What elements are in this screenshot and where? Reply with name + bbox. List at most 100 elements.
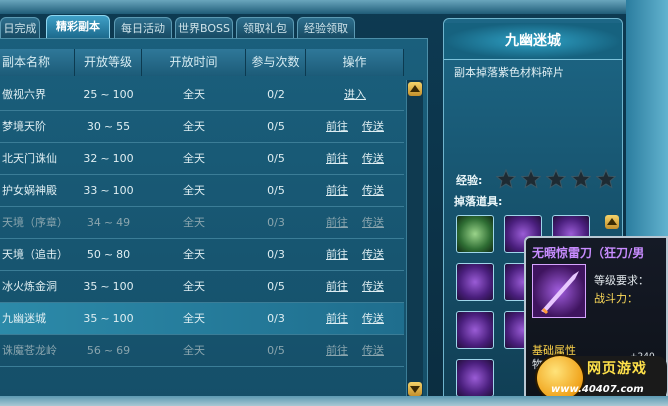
cell-action: 前往 传送 <box>306 207 404 238</box>
teleport-link[interactable]: 传送 <box>362 216 384 229</box>
star-icon <box>546 169 566 189</box>
cell-time: 全天 <box>183 88 205 101</box>
goto-link[interactable]: 前往 <box>326 312 348 325</box>
cell-time: 全天 <box>183 280 205 293</box>
tab-exp-claim[interactable]: 经验领取 <box>297 17 355 38</box>
range-separator: ~ <box>100 184 110 197</box>
range-separator: ~ <box>103 248 114 261</box>
table-row[interactable]: 北天门诛仙 32 ~100 全天 0/5 前往 传送 <box>0 143 404 175</box>
level-min: 50 <box>86 248 101 261</box>
window-top-border <box>0 0 668 14</box>
cell-name: 梦境天阶 <box>2 120 46 133</box>
cell-time: 全天 <box>183 184 205 197</box>
drops-scroll-up-button[interactable] <box>605 215 619 229</box>
level-range: 33 ~100 <box>75 175 142 206</box>
level-min: 32 <box>83 152 98 165</box>
cell-count: 0/5 <box>267 120 285 133</box>
drop-item[interactable] <box>456 359 494 397</box>
header-action: 操作 <box>306 49 404 76</box>
cell-time: 全天 <box>183 152 205 165</box>
range-separator: ~ <box>103 344 114 357</box>
table-row[interactable]: 九幽迷城 35 ~100 全天 0/3 前往 传送 <box>0 303 404 335</box>
goto-link[interactable]: 前往 <box>326 216 348 229</box>
range-separator: ~ <box>100 312 110 325</box>
table-row[interactable]: 梦境天阶 30 ~55 全天 0/5 前往 传送 <box>0 111 404 143</box>
goto-link[interactable]: 前往 <box>326 248 348 261</box>
cell-name: 北天门诛仙 <box>2 152 57 165</box>
range-separator: ~ <box>100 152 110 165</box>
star-icon <box>496 169 516 189</box>
teleport-link[interactable]: 传送 <box>362 312 384 325</box>
cell-name: 九幽迷城 <box>2 312 46 325</box>
teleport-link[interactable]: 传送 <box>362 280 384 293</box>
drop-item[interactable] <box>456 263 494 301</box>
star-icon <box>571 169 591 189</box>
tooltip-item-icon <box>532 264 586 318</box>
teleport-link[interactable]: 传送 <box>362 248 384 261</box>
level-max: 80 <box>116 248 131 261</box>
goto-link[interactable]: 前往 <box>326 184 348 197</box>
teleport-link[interactable]: 传送 <box>362 344 384 357</box>
table-row[interactable]: 冰火炼金洞 35 ~100 全天 0/5 前往 传送 <box>0 271 404 303</box>
cell-time: 全天 <box>183 344 205 357</box>
cell-time: 全天 <box>183 216 205 229</box>
level-min: 30 <box>86 120 101 133</box>
teleport-link[interactable]: 传送 <box>362 152 384 165</box>
level-max: 69 <box>116 344 131 357</box>
header-count: 参与次数 <box>246 49 306 76</box>
dungeon-description: 副本掉落紫色材料碎片 <box>454 66 564 79</box>
cell-time: 全天 <box>183 120 205 133</box>
cell-action: 前往 传送 <box>306 143 404 174</box>
cell-action: 前往 传送 <box>306 271 404 302</box>
goto-link[interactable]: 前往 <box>326 280 348 293</box>
level-min: 56 <box>86 344 101 357</box>
tab-gift-pack[interactable]: 领取礼包 <box>236 17 294 38</box>
teleport-link[interactable]: 传送 <box>362 120 384 133</box>
level-max: 100 <box>112 88 134 101</box>
drops-label: 掉落道具: <box>454 195 503 208</box>
level-min: 25 <box>83 88 98 101</box>
enter-link[interactable]: 进入 <box>344 88 366 101</box>
tab-daily-events[interactable]: 每日活动 <box>114 17 172 38</box>
logo-url: www.40407.com <box>551 384 644 395</box>
goto-link[interactable]: 前往 <box>326 152 348 165</box>
level-max: 100 <box>112 280 134 293</box>
level-range: 56 ~69 <box>75 335 142 366</box>
tab-world-boss[interactable]: 世界BOSS <box>175 17 233 38</box>
cell-action: 前往 传送 <box>306 239 404 270</box>
cell-count: 0/3 <box>267 248 285 261</box>
cell-name: 傲视六界 <box>2 88 46 101</box>
scroll-down-button[interactable] <box>408 382 422 396</box>
cell-count: 0/3 <box>267 312 285 325</box>
scroll-up-button[interactable] <box>408 82 422 96</box>
table-row[interactable]: 傲视六界 25 ~100 全天 0/2 进入 <box>0 79 404 111</box>
tab-daily-complete[interactable]: 日完成 <box>0 17 40 38</box>
window-bottom-border <box>0 396 668 406</box>
goto-link[interactable]: 前往 <box>326 344 348 357</box>
cell-name: 诛魔苍龙岭 <box>2 344 57 357</box>
level-max: 100 <box>112 312 134 325</box>
game-window: 日完成 精彩副本 每日活动 世界BOSS 领取礼包 经验领取 副本名称 开放等级… <box>0 0 668 406</box>
table-row[interactable]: 天境（序章） 34 ~49 全天 0/3 前往 传送 <box>0 207 404 239</box>
cell-count: 0/5 <box>267 152 285 165</box>
drop-item[interactable] <box>456 215 494 253</box>
drop-item[interactable] <box>456 311 494 349</box>
table-row[interactable]: 护女娲神殿 33 ~100 全天 0/5 前往 传送 <box>0 175 404 207</box>
table-row[interactable]: 诛魔苍龙岭 56 ~69 全天 0/5 前往 传送 <box>0 335 404 367</box>
blade-icon <box>541 271 579 315</box>
level-range: 32 ~100 <box>75 143 142 174</box>
level-range: 35 ~100 <box>75 271 142 302</box>
header-name: 副本名称 <box>0 49 75 76</box>
cell-action: 进入 <box>306 79 404 110</box>
cell-count: 0/5 <box>267 280 285 293</box>
goto-link[interactable]: 前往 <box>326 120 348 133</box>
tab-dungeons[interactable]: 精彩副本 <box>46 15 110 38</box>
star-icon <box>596 169 616 189</box>
arrow-up-icon <box>410 85 420 92</box>
table-row[interactable]: 天境（追击） 50 ~80 全天 0/3 前往 传送 <box>0 239 404 271</box>
cell-name: 天境（序章） <box>2 216 68 229</box>
teleport-link[interactable]: 传送 <box>362 184 384 197</box>
table-scrollbar[interactable] <box>406 80 423 398</box>
dungeon-title: 九幽迷城 <box>444 23 622 60</box>
cell-count: 0/5 <box>267 184 285 197</box>
